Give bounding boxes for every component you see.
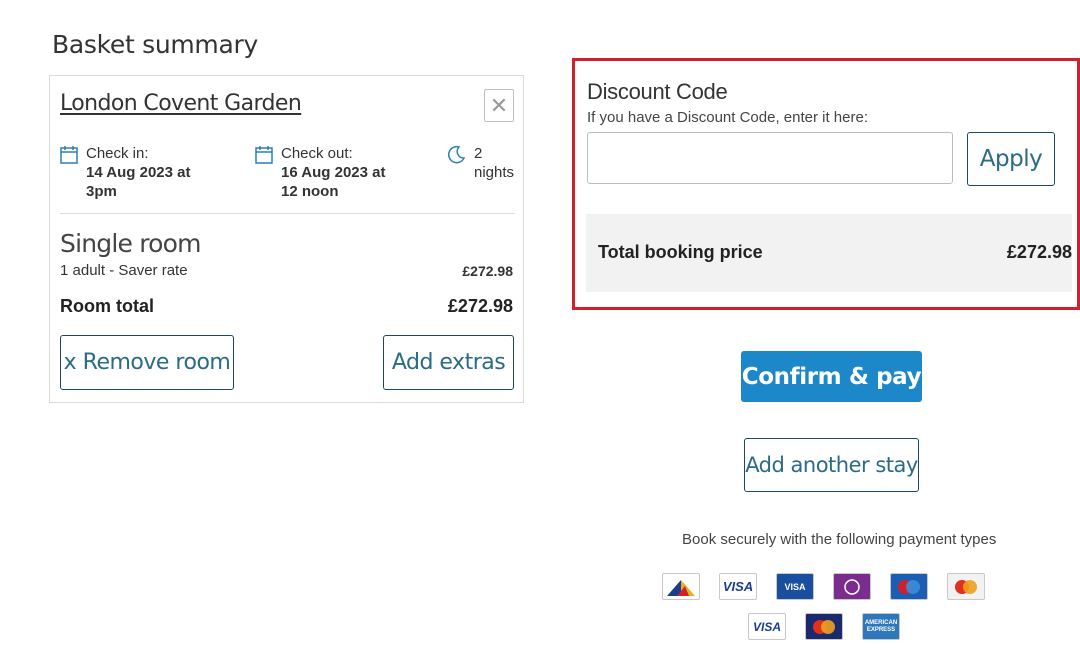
nights-count: 2 (474, 145, 483, 162)
apply-button[interactable]: Apply (967, 132, 1055, 186)
maestro-logo-shape (898, 579, 920, 594)
nights-label: nights (474, 164, 515, 181)
maestro-card-icon (890, 573, 928, 600)
room-total-label: Room total (60, 296, 154, 316)
checkin-value: 14 Aug 2023 at 3pm (86, 164, 191, 200)
checkin-label: Check in: (86, 145, 149, 162)
visa-debit-card-icon: VISA (719, 573, 757, 600)
delta-card-icon (662, 573, 700, 600)
discount-section: Discount Code If you have a Discount Cod… (572, 58, 1080, 310)
close-icon: ✕ (489, 92, 509, 118)
divider (60, 213, 515, 214)
total-booking-value: £272.98 (1006, 242, 1072, 262)
mastercard-logo-shape (955, 579, 977, 594)
add-another-stay-button[interactable]: Add another stay (744, 438, 919, 492)
room-details: 1 adult - Saver rate (60, 262, 188, 279)
visa-electron-card-icon: VISA (776, 573, 814, 600)
calendar-icon (60, 146, 78, 164)
checkin-info: Check in: 14 Aug 2023 at 3pm (60, 144, 191, 201)
checkout-value: 16 Aug 2023 at 12 noon (281, 164, 386, 200)
add-extras-button[interactable]: Add extras (383, 335, 514, 390)
room-total-value: £272.98 (447, 296, 513, 316)
remove-room-button[interactable]: x Remove room (60, 335, 234, 390)
mastercard-card-icon (805, 613, 843, 640)
visa-card-icon: VISA (748, 613, 786, 640)
mastercard-logo-shape (813, 619, 835, 634)
calendar-icon (255, 146, 273, 164)
payment-types-text: Book securely with the following payment… (682, 531, 997, 548)
room-price: £272.98 (462, 263, 513, 279)
total-booking-band: Total booking price £272.98 (586, 214, 1072, 292)
basket-summary-title: Basket summary (52, 30, 258, 59)
room-name: Single room (60, 229, 201, 258)
checkout-label: Check out: (281, 145, 353, 162)
hotel-name-link[interactable]: London Covent Garden (60, 91, 302, 116)
discount-title: Discount Code (587, 79, 728, 104)
moon-icon (448, 145, 466, 164)
discount-subtitle: If you have a Discount Code, enter it he… (587, 109, 868, 126)
mastercard-card-icon (947, 573, 985, 600)
solo-logo-shape (844, 578, 860, 595)
nights-info: 2 nights (448, 144, 514, 182)
solo-card-icon (833, 573, 871, 600)
discount-code-input[interactable] (587, 132, 953, 184)
confirm-pay-button[interactable]: Confirm & pay (741, 351, 922, 402)
delta-logo-shape (667, 580, 695, 596)
checkout-info: Check out: 16 Aug 2023 at 12 noon (255, 144, 386, 201)
remove-hotel-button[interactable]: ✕ (484, 89, 514, 122)
amex-card-icon: AMERICAN EXPRESS (862, 613, 900, 640)
basket-card: London Covent Garden ✕ Check in: 14 Aug … (49, 75, 524, 403)
total-booking-label: Total booking price (598, 242, 763, 262)
